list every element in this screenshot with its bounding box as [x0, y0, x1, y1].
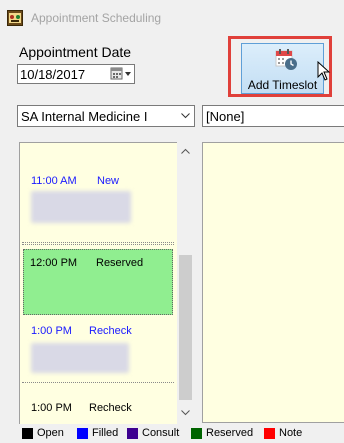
- window-title: Appointment Scheduling: [31, 11, 162, 25]
- list-item-reserved[interactable]: 12:00 PM Reserved: [23, 249, 173, 315]
- slot-status: Recheck: [89, 402, 132, 414]
- scroll-up-icon[interactable]: [181, 148, 190, 154]
- legend-label: Note: [279, 427, 303, 439]
- scroll-thumb[interactable]: [179, 255, 192, 400]
- slot-divider: [22, 242, 174, 243]
- slot-status: New: [97, 175, 120, 187]
- legend-label: Consult: [142, 427, 180, 439]
- app-icon: [7, 10, 23, 26]
- legend-swatch: [264, 428, 275, 439]
- slot-divider: [22, 382, 174, 383]
- legend-label: Filled: [92, 427, 119, 439]
- legend-swatch: [77, 428, 88, 439]
- status-legend: Open Filled Consult Reserved Note: [0, 424, 344, 443]
- slot-divider: [22, 244, 174, 245]
- provider-dropdown[interactable]: SA Internal Medicine I: [17, 105, 195, 127]
- schedule-list[interactable]: 11:00 AM New 12:00 PM Reserved 1:00 PM R…: [19, 142, 177, 424]
- mouse-cursor-icon: [317, 61, 331, 81]
- redacted-patient-info: [31, 191, 131, 223]
- secondary-dropdown[interactable]: [None]: [202, 105, 344, 127]
- slot-time: 11:00 AM: [31, 175, 77, 187]
- provider-dropdown-value: SA Internal Medicine I: [21, 109, 148, 124]
- slot-status: Recheck: [89, 325, 132, 337]
- legend-label: Open: [37, 427, 64, 439]
- calendar-dropdown-icon[interactable]: [109, 66, 133, 82]
- schedule-scrollbar[interactable]: [177, 142, 194, 423]
- slot-time: 12:00 PM: [30, 257, 78, 269]
- legend-label: Reserved: [206, 427, 254, 439]
- slot-time: 1:00 PM: [31, 402, 72, 414]
- legend-swatch: [191, 428, 202, 439]
- appointment-date-value: 10/18/2017: [20, 67, 86, 82]
- legend-swatch: [127, 428, 138, 439]
- slot-time: 1:00 PM: [31, 325, 72, 337]
- list-item[interactable]: 1:00 PM Recheck: [22, 317, 174, 381]
- legend-swatch: [22, 428, 33, 439]
- secondary-dropdown-value: [None]: [206, 109, 245, 124]
- chevron-down-icon: [181, 113, 190, 119]
- appointment-date-label: Appointment Date: [19, 44, 132, 60]
- list-item[interactable]: 1:00 PM Recheck: [22, 384, 174, 424]
- scroll-down-icon[interactable]: [181, 410, 190, 416]
- title-bar: Appointment Scheduling: [0, 0, 344, 34]
- redacted-patient-info: [31, 343, 129, 373]
- slot-status: Reserved: [96, 257, 144, 269]
- list-item[interactable]: 11:00 AM New: [22, 143, 174, 241]
- appointment-date-picker[interactable]: 10/18/2017: [17, 64, 135, 84]
- appointment-detail-panel: [202, 142, 344, 423]
